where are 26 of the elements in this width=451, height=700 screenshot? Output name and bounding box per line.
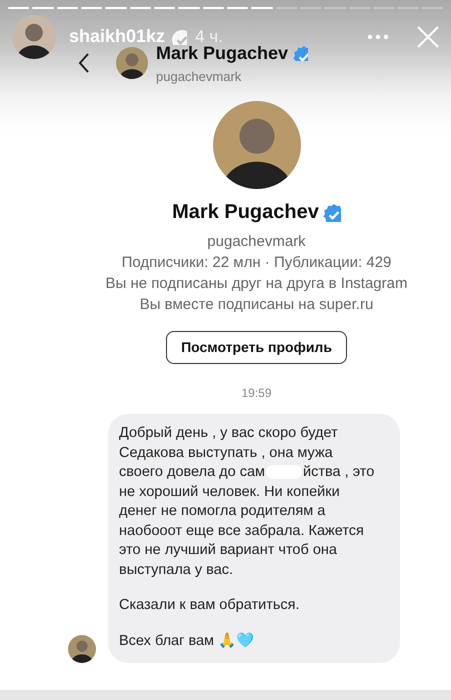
contact-handle: pugachevmark: [156, 68, 242, 86]
profile-info: Вы вместе подписаны на super.ru: [140, 295, 374, 315]
profile-stats: Подписчики: 22 млн · Публикации: 429: [122, 253, 392, 273]
message-text: наобооот еще все забрала. Кажется: [119, 522, 364, 538]
profile-handle: pugachevmark: [207, 232, 306, 252]
message-text: не хороший человек. Ни копейки: [119, 484, 340, 500]
back-icon: [78, 52, 90, 74]
message-text: это не лучший вариант чтоб она: [119, 542, 337, 558]
profile-info: Вы не подписаны друг на друга в Instagram: [106, 274, 408, 294]
avatar-icon: [12, 14, 56, 58]
message-text: своего довела до сам: [119, 464, 266, 480]
profile-name: Mark Pugachev: [172, 200, 319, 225]
message-text: Седакова выступать , она мужа: [119, 444, 333, 460]
message-text: йства , это: [303, 464, 374, 480]
view-profile-button[interactable]: Посмотреть профиль: [166, 331, 347, 364]
message-text: выступала у вас.: [119, 562, 234, 578]
message-text: Добрый день , у вас скоро будет: [119, 425, 338, 441]
message-text: Сказали к вам обратиться.: [119, 597, 300, 613]
avatar-icon: [116, 47, 148, 79]
close-icon: [417, 26, 439, 48]
message-text: денег не помогла родителям а: [119, 503, 326, 519]
avatar-icon: [68, 635, 96, 663]
message-text: Всех благ вам 🙏🩵: [119, 632, 254, 648]
contact-name: Mark Pugachev: [156, 42, 288, 65]
more-icon: [367, 34, 389, 40]
message-time: 19:59: [241, 385, 272, 402]
